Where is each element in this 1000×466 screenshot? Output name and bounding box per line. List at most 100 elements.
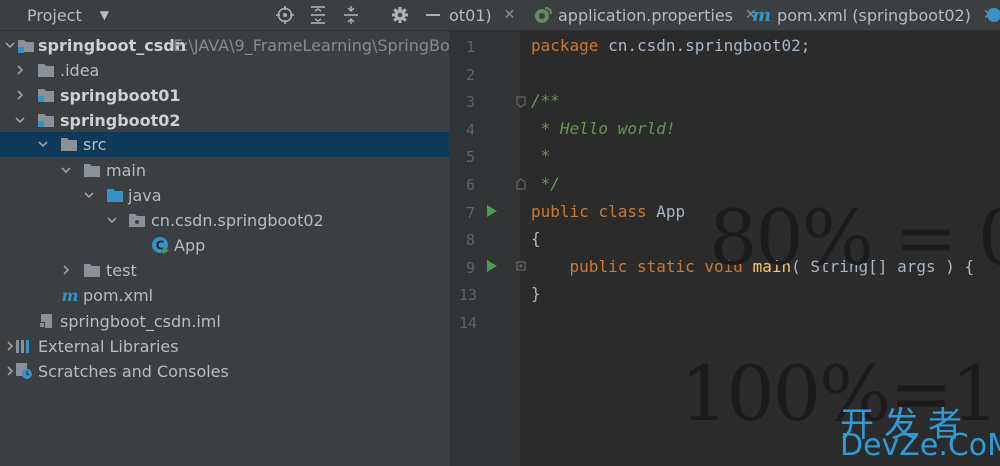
line-number: 8 [465, 231, 475, 249]
tree-item-main[interactable]: main [0, 158, 449, 183]
tree-item-scratches[interactable]: Scratches and Consoles [0, 359, 449, 384]
scratches-icon [16, 363, 32, 379]
toolbar-separator [367, 0, 383, 30]
line-number: 9 [465, 259, 475, 277]
tree-item-package[interactable]: cn.csdn.springboot02 [0, 208, 449, 233]
tree-item-springboot01[interactable]: springboot01 [0, 83, 449, 108]
code-token: * Hello world! [531, 119, 676, 138]
tab-springboot01-partial[interactable]: ot01) ✕ [449, 0, 515, 30]
code-token: class [598, 202, 647, 221]
locate-icon[interactable] [268, 0, 301, 30]
tree-item-idea[interactable]: .idea [0, 58, 449, 83]
code-line-8: { [531, 229, 541, 248]
code-token: public [531, 202, 589, 221]
tree-item-springboot02[interactable]: springboot02 [0, 108, 449, 133]
chevron-down-icon[interactable]: ▼ [100, 8, 109, 22]
tree-item-iml[interactable]: springboot_csdn.iml [0, 309, 449, 334]
expand-fold-icon[interactable] [516, 261, 526, 273]
module-folder-icon [18, 40, 34, 53]
watermark-logo-en: DevZe.CoM [840, 428, 1000, 463]
code-line-4: * Hello world! [531, 119, 676, 138]
collapse-all-icon[interactable] [334, 0, 367, 30]
run-icon[interactable] [486, 204, 498, 218]
tree-item-external-libraries[interactable]: External Libraries [0, 334, 449, 359]
chevron-right-icon[interactable] [14, 64, 26, 76]
chevron-down-icon[interactable] [60, 164, 72, 176]
code-token: cn.csdn.springboot02; [598, 36, 811, 55]
line-number: 1 [465, 38, 475, 56]
tree-item-springboot-csdn[interactable]: springboot_csdn E:\JAVA\9_FrameLearning\… [0, 33, 449, 58]
tab-pom-xml[interactable]: m pom.xml (springboot02) ✕ [752, 0, 995, 30]
code-line-5: * [531, 146, 551, 165]
svg-text:m: m [62, 287, 79, 303]
chevron-right-icon[interactable] [14, 89, 26, 101]
code-token: /** [531, 91, 560, 110]
source-folder-icon [61, 138, 77, 151]
fold-icon[interactable] [516, 96, 526, 108]
chevron-down-icon[interactable] [14, 114, 26, 126]
watermark-text: 80% = 0% [709, 193, 1000, 282]
tree-item-label: springboot01 [60, 86, 181, 105]
maven-icon: m [62, 287, 79, 303]
folder-icon [38, 64, 54, 77]
fold-icon[interactable] [516, 178, 526, 190]
tree-item-pom-xml[interactable]: m pom.xml [0, 283, 449, 308]
java-class-icon: C [152, 237, 169, 254]
line-number: 7 [465, 204, 475, 222]
tab-application-properties[interactable]: application.properties ✕ [533, 0, 757, 30]
tree-item-label: Scratches and Consoles [38, 362, 229, 381]
tree-item-src[interactable]: src [0, 132, 449, 157]
tab-label: pom.xml (springboot02) [777, 5, 971, 25]
module-folder-icon [38, 114, 54, 127]
tree-item-test[interactable]: test [0, 258, 449, 283]
chevron-down-icon[interactable] [83, 189, 95, 201]
chevron-down-icon[interactable] [37, 138, 49, 150]
line-number: 2 [465, 66, 475, 84]
line-number: 4 [465, 121, 475, 139]
code-token: */ [531, 174, 560, 193]
folder-icon [84, 164, 100, 177]
line-number: 3 [465, 93, 475, 111]
tree-item-label: springboot02 [60, 111, 181, 130]
project-view-title[interactable]: Project [27, 6, 82, 25]
package-icon [129, 214, 145, 227]
editor-tab-bar: ot01) ✕ application.properties ✕ m pom.x… [449, 0, 1000, 31]
tree-item-label: test [106, 261, 137, 280]
code-editor[interactable]: 1 2 3 4 5 6 7 8 9 13 14 package cn.csdn.… [449, 31, 1000, 466]
code-token: static [636, 257, 695, 276]
code-line-1: package cn.csdn.springboot02; [531, 36, 810, 55]
code-token: } [531, 284, 541, 303]
tab-next-partial[interactable] [986, 0, 1000, 30]
code-token: public [569, 257, 628, 276]
close-icon[interactable]: ✕ [504, 7, 516, 23]
spring-properties-icon [535, 7, 552, 23]
tree-item-label: java [128, 186, 162, 205]
code-line-7: public class App [531, 202, 685, 221]
chevron-right-icon[interactable] [60, 264, 72, 276]
chevron-down-icon[interactable] [106, 214, 118, 226]
code-line-13: } [531, 284, 541, 303]
code-line-3: /** [531, 91, 560, 110]
line-number: 13 [459, 286, 478, 304]
tree-item-label: .idea [60, 61, 100, 80]
tree-item-label: src [83, 135, 107, 154]
expand-all-icon[interactable] [301, 0, 334, 30]
code-token: * [531, 146, 551, 165]
code-token: App [656, 202, 686, 221]
folder-icon [84, 264, 100, 277]
chevron-down-icon[interactable] [4, 39, 16, 51]
java-class-icon [987, 8, 1000, 22]
minimize-icon[interactable] [416, 0, 449, 30]
tree-item-label: springboot_csdn.iml [60, 312, 221, 331]
code-line-6: */ [531, 174, 560, 193]
run-icon[interactable] [486, 259, 498, 273]
tree-item-java[interactable]: java [0, 183, 449, 208]
tree-item-app[interactable]: C App [0, 233, 449, 258]
tree-item-path: E:\JAVA\9_FrameLearning\SpringBoot\ [173, 36, 449, 55]
gear-icon[interactable] [383, 0, 416, 30]
source-root-folder-icon [107, 189, 123, 202]
line-number: 5 [465, 148, 475, 166]
line-number: 14 [459, 314, 478, 332]
maven-icon: m [752, 4, 772, 26]
line-number: 6 [465, 176, 475, 194]
